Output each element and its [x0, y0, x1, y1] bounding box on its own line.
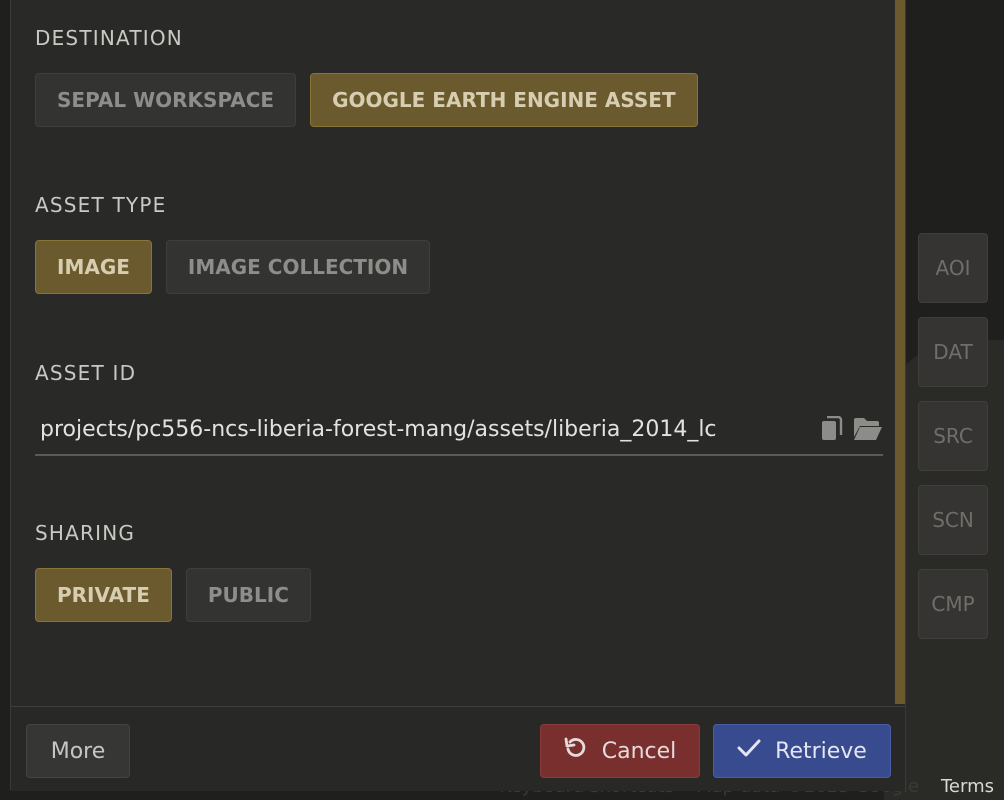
terms-link[interactable]: Terms: [941, 776, 994, 797]
copy-icon[interactable]: [817, 414, 847, 444]
cancel-button[interactable]: Cancel: [540, 724, 700, 778]
panel-scrollbar[interactable]: [895, 0, 905, 704]
panel-footer: More Cancel Retrieve: [11, 706, 905, 791]
side-button-aoi[interactable]: AOI: [918, 233, 988, 303]
side-button-scn[interactable]: SCN: [918, 485, 988, 555]
sharing-title: SHARING: [35, 521, 136, 545]
asset-type-image-button[interactable]: IMAGE: [35, 240, 152, 294]
sharing-public-button[interactable]: PUBLIC: [185, 568, 311, 622]
asset-id-title: ASSET ID: [35, 361, 137, 385]
asset-id-input[interactable]: projects/pc556-ncs-liberia-forest-mang/a…: [35, 417, 811, 442]
retrieve-panel: DESTINATION SEPAL WORKSPACE GOOGLE EARTH…: [10, 0, 906, 791]
destination-sepal-workspace-button[interactable]: SEPAL WORKSPACE: [35, 73, 297, 127]
asset-type-image-collection-button[interactable]: IMAGE COLLECTION: [165, 240, 431, 294]
retrieve-button-label: Retrieve: [775, 738, 867, 764]
more-button-label: More: [50, 738, 106, 764]
side-button-cmp[interactable]: CMP: [918, 569, 988, 639]
destination-title: DESTINATION: [35, 26, 183, 50]
side-button-src[interactable]: SRC: [918, 401, 988, 471]
more-button[interactable]: More: [26, 724, 130, 778]
asset-type-title: ASSET TYPE: [35, 193, 167, 217]
panel-body: DESTINATION SEPAL WORKSPACE GOOGLE EARTH…: [11, 0, 895, 706]
asset-type-options: IMAGE IMAGE COLLECTION: [35, 240, 431, 294]
destination-gee-asset-button[interactable]: GOOGLE EARTH ENGINE ASSET: [310, 73, 698, 127]
side-button-dat[interactable]: DAT: [918, 317, 988, 387]
destination-options: SEPAL WORKSPACE GOOGLE EARTH ENGINE ASSE…: [35, 73, 698, 127]
side-panel: AOI DAT SRC SCN CMP: [918, 233, 988, 639]
folder-open-icon[interactable]: [853, 414, 883, 444]
asset-id-field[interactable]: projects/pc556-ncs-liberia-forest-mang/a…: [35, 404, 883, 456]
cancel-button-label: Cancel: [601, 738, 677, 764]
sharing-options: PRIVATE PUBLIC: [35, 568, 311, 622]
check-icon: [737, 738, 761, 764]
undo-icon: [564, 736, 588, 766]
retrieve-button[interactable]: Retrieve: [713, 724, 891, 778]
sharing-private-button[interactable]: PRIVATE: [35, 568, 172, 622]
